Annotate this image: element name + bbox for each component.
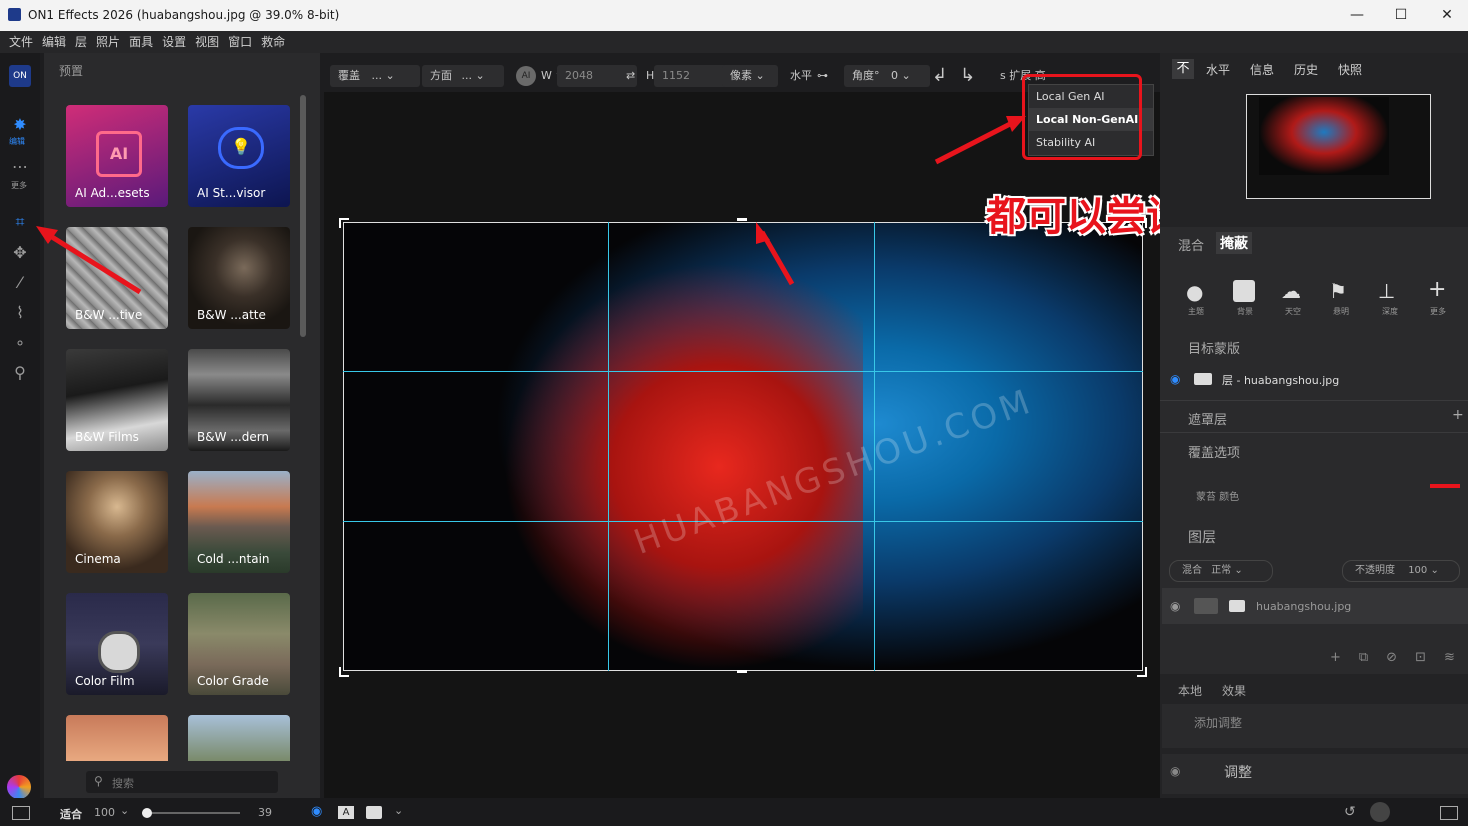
adjust-section — [1162, 754, 1468, 794]
background-icon[interactable] — [1233, 280, 1255, 302]
layers-title: 图层 — [1188, 530, 1216, 546]
opacity-field[interactable]: 不透明度 100 ⌄ — [1342, 560, 1460, 582]
tab-blend[interactable]: 混合 — [1178, 235, 1204, 254]
a-icon[interactable]: A — [338, 806, 354, 819]
subject-icon[interactable]: ● — [1186, 280, 1203, 304]
overlay-color-swatch[interactable] — [1430, 484, 1460, 488]
add-icon[interactable]: + — [1452, 407, 1464, 423]
layer-thumbnail — [1194, 598, 1218, 614]
target-mask-label: 目标蒙版 — [1188, 342, 1241, 357]
chevron-down-icon: ⌄ — [1234, 565, 1243, 576]
tab-snapshots[interactable]: 快照 — [1338, 61, 1362, 78]
chevron-down-icon[interactable]: ⌄ — [120, 804, 129, 817]
navigator-thumbnail[interactable] — [1246, 94, 1431, 199]
layer-actions-icons[interactable]: +⧉⊘⊡≋ — [1330, 650, 1468, 665]
tab-local[interactable]: 本地 — [1178, 682, 1202, 699]
layer-file-name: huabangshou.jpg — [1256, 600, 1352, 613]
lighting-icon[interactable]: ⚑ — [1329, 279, 1347, 303]
arrow-to-crop-tool — [42, 229, 142, 295]
zoom-slider-value: 39 — [258, 806, 272, 819]
fit-label[interactable]: 适合 — [60, 806, 82, 822]
layer-visibility-icon[interactable]: ◉ — [1170, 599, 1180, 613]
blend-value: 正常 — [1211, 565, 1232, 576]
divider — [1160, 432, 1468, 433]
reset-icon[interactable]: ↺ — [1344, 804, 1356, 820]
arrow-to-dropdown — [934, 119, 1016, 165]
mask-icon-label: 更多 — [1430, 307, 1446, 316]
right-panel-toggle-icon[interactable] — [1440, 806, 1458, 820]
mask-icon-label: 悬明 — [1333, 307, 1349, 316]
overlay-row-label: 蒙苔 颜色 — [1196, 492, 1240, 503]
mask-icon-label: 深度 — [1382, 307, 1398, 316]
opacity-value: 100 — [1408, 565, 1428, 576]
mask-icon-label: 天空 — [1285, 307, 1301, 316]
thumbnail-image — [1259, 97, 1389, 175]
done-check-icon[interactable] — [1370, 802, 1390, 822]
zoom-slider-thumb[interactable] — [142, 808, 152, 818]
chevron-down-icon: ⌄ — [1430, 565, 1439, 576]
chevron-down-icon[interactable]: ⌄ — [394, 804, 403, 817]
tab-effects[interactable]: 效果 — [1222, 682, 1246, 699]
radio-selected-icon[interactable]: ◉ — [1170, 372, 1180, 386]
sky-icon[interactable]: ☁ — [1281, 279, 1301, 303]
divider — [1160, 400, 1468, 401]
layer-mask-icon — [1194, 373, 1212, 385]
mask-view-icon[interactable] — [366, 806, 382, 819]
blend-mode-dropdown[interactable]: 混合 正常 ⌄ — [1169, 560, 1273, 582]
preview-eye-icon[interactable]: ◉ — [311, 804, 322, 819]
adjust-visibility-icon[interactable]: ◉ — [1170, 764, 1180, 778]
zoom-slider-track[interactable] — [142, 812, 240, 814]
opacity-label: 不透明度 — [1355, 565, 1395, 576]
mask-section — [1160, 227, 1468, 557]
panel-toggle-icon[interactable] — [12, 806, 30, 820]
zoom-value[interactable]: 100 — [94, 806, 115, 819]
mask-icon-label: 主题 — [1188, 307, 1204, 316]
blend-label: 混合 — [1182, 565, 1202, 576]
layer-mask-thumbnail — [1229, 600, 1245, 612]
add-adjust-label[interactable]: 添加调整 — [1194, 714, 1242, 731]
mask-layer-label: 遮罩层 — [1188, 413, 1228, 428]
overlay-options-label: 覆盖选项 — [1188, 446, 1241, 461]
mask-icon-label: 背景 — [1237, 307, 1253, 316]
depth-icon[interactable]: ⊥ — [1378, 279, 1395, 303]
add-mask-icon[interactable]: + — [1428, 277, 1446, 302]
annotation-text: 都可以尝试 — [986, 194, 1186, 240]
tab-masking[interactable]: 掩蔽 — [1216, 232, 1252, 254]
arrow-head — [1006, 116, 1026, 132]
tab-info[interactable]: 信息 — [1250, 61, 1274, 78]
tab-navigator[interactable]: 不 — [1172, 59, 1194, 79]
target-layer-name[interactable]: 层 - huabangshou.jpg — [1222, 372, 1339, 388]
tab-history[interactable]: 历史 — [1294, 61, 1318, 78]
tab-level[interactable]: 水平 — [1206, 61, 1230, 78]
adjust-label: 调整 — [1224, 765, 1252, 781]
bottom-bar: 适合 100 ⌄ 39 ◉ A ⌄ ↺ — [0, 798, 1468, 826]
